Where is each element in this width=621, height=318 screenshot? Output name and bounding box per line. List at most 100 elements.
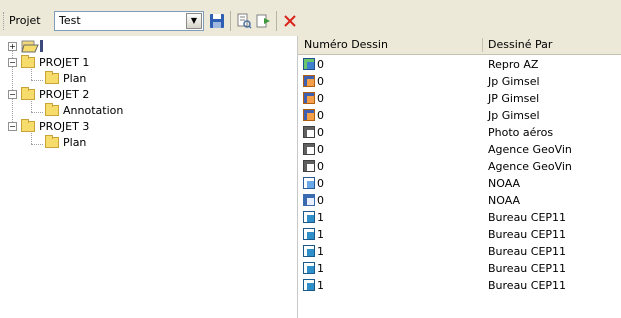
folder-icon	[21, 54, 35, 68]
cell-numero-dessin: 0	[317, 160, 324, 173]
cell-dessine-par: Jp Gimsel	[488, 109, 540, 122]
tree-item-plan[interactable]: Plan	[45, 134, 86, 150]
projet-combobox-value: Test	[59, 14, 81, 27]
tree-connector	[31, 133, 32, 144]
cell-dessine-par: Bureau CEP11	[488, 228, 567, 241]
cell-dessine-par: NOAA	[488, 194, 521, 207]
list-row[interactable]: 0 Jp Gimsel	[298, 107, 621, 124]
map-file-icon	[303, 177, 315, 189]
toolbar-separator	[230, 11, 231, 31]
cell-numero-dessin: 0	[317, 109, 324, 122]
folder-icon	[45, 102, 59, 116]
list-row[interactable]: 0 NOAA	[298, 175, 621, 192]
project-tree[interactable]: + − PROJET 1 Plan − PROJET 2 Annotation …	[0, 36, 298, 318]
photo-file-icon	[303, 126, 315, 138]
tree-item-label: Annotation	[63, 103, 124, 117]
column-header-numero[interactable]: Numéro Dessin	[304, 38, 388, 51]
list-row[interactable]: 1 Bureau CEP11	[298, 260, 621, 277]
cell-dessine-par: Bureau CEP11	[488, 245, 567, 258]
cell-numero-dessin: 1	[317, 245, 324, 258]
collapse-icon[interactable]: −	[8, 89, 17, 99]
delete-button[interactable]	[280, 11, 300, 31]
cell-numero-dessin: 1	[317, 279, 324, 292]
tree-connector	[31, 112, 43, 113]
tree-item-projet-2[interactable]: − PROJET 2	[8, 86, 89, 102]
tree-item-label: Plan	[63, 135, 87, 149]
chart-file-icon	[303, 194, 315, 206]
save-icon	[210, 14, 224, 28]
cell-numero-dessin: 0	[317, 126, 324, 139]
cell-dessine-par: Bureau CEP11	[488, 262, 567, 275]
tree-item-label: PROJET 1	[39, 55, 90, 69]
plan-file-icon	[303, 245, 315, 257]
collapse-icon[interactable]: −	[8, 57, 17, 67]
column-header-dessine-par[interactable]: Dessiné Par	[488, 38, 552, 51]
list-row[interactable]: 1 Bureau CEP11	[298, 209, 621, 226]
tree-item-projet-1[interactable]: − PROJET 1	[8, 54, 89, 70]
cell-dessine-par: Agence GeoVin	[488, 143, 572, 156]
cell-dessine-par: NOAA	[488, 177, 521, 190]
plan-file-icon	[303, 262, 315, 274]
photo-file-icon	[303, 143, 315, 155]
cell-dessine-par: Agence GeoVin	[488, 160, 572, 173]
cell-numero-dessin: 0	[317, 58, 324, 71]
cell-numero-dessin: 0	[317, 75, 324, 88]
cell-dessine-par: Photo aéros	[488, 126, 554, 139]
tree-item-projet-3[interactable]: − PROJET 3	[8, 118, 89, 134]
projet-label: Projet	[9, 14, 41, 27]
list-row[interactable]: 1 Bureau CEP11	[298, 277, 621, 294]
tree-item-plan[interactable]: Plan	[45, 70, 86, 86]
list-row[interactable]: 0 Repro AZ	[298, 56, 621, 73]
collapse-icon[interactable]: −	[8, 121, 17, 131]
list-row[interactable]: 0 NOAA	[298, 192, 621, 209]
tree-connector	[31, 101, 32, 112]
drawing-file-icon	[303, 92, 315, 104]
list-header: Numéro Dessin Dessiné Par	[298, 36, 621, 55]
cell-dessine-par: Bureau CEP11	[488, 279, 567, 292]
chevron-down-icon[interactable]: ▼	[186, 13, 202, 29]
cell-numero-dessin: 1	[317, 262, 324, 275]
list-row[interactable]: 0 JP Gimsel	[298, 90, 621, 107]
tree-item-label: Plan	[63, 71, 87, 85]
plan-file-icon	[303, 279, 315, 291]
list-row[interactable]: 0 Agence GeoVin	[298, 158, 621, 175]
cell-numero-dessin: 0	[317, 92, 324, 105]
expand-icon[interactable]: +	[8, 41, 17, 51]
plan-file-icon	[303, 228, 315, 240]
drawing-file-icon	[303, 109, 315, 121]
folder-icon	[21, 118, 35, 132]
folder-icon	[21, 86, 35, 100]
export-button[interactable]	[254, 11, 274, 31]
toolbar-separator	[276, 11, 277, 31]
drawing-file-icon	[303, 75, 315, 87]
tree-root[interactable]: +	[8, 38, 43, 54]
list-row[interactable]: 0 Photo aéros	[298, 124, 621, 141]
list-row[interactable]: 0 Jp Gimsel	[298, 73, 621, 90]
cell-dessine-par: JP Gimsel	[488, 92, 540, 105]
search-documents-button[interactable]	[234, 11, 254, 31]
cell-dessine-par: Bureau CEP11	[488, 211, 567, 224]
tree-connector	[31, 144, 43, 145]
drawing-list[interactable]: Numéro Dessin Dessiné Par 0 Repro AZ 0 Jp G…	[298, 36, 621, 318]
tree-item-label: PROJET 2	[39, 87, 90, 101]
list-row[interactable]: 1 Bureau CEP11	[298, 226, 621, 243]
text-cursor	[40, 40, 43, 52]
tree-item-annotation[interactable]: Annotation	[45, 102, 123, 118]
projet-combobox[interactable]: Test ▼	[54, 11, 204, 31]
cell-dessine-par: Jp Gimsel	[488, 75, 540, 88]
tree-connector	[31, 80, 43, 81]
save-button[interactable]	[207, 11, 227, 31]
open-folder-icon	[21, 40, 39, 53]
image-file-icon	[303, 58, 315, 70]
tree-connector	[31, 69, 32, 80]
cell-numero-dessin: 1	[317, 211, 324, 224]
list-row[interactable]: 0 Agence GeoVin	[298, 141, 621, 158]
column-divider[interactable]	[482, 38, 483, 52]
delete-x-icon	[284, 15, 296, 27]
folder-icon	[45, 70, 59, 84]
toolbar: Projet Test ▼	[0, 0, 621, 36]
toolbar-grip[interactable]	[3, 12, 6, 30]
tree-item-label: PROJET 3	[39, 119, 90, 133]
list-row[interactable]: 1 Bureau CEP11	[298, 243, 621, 260]
search-documents-icon	[237, 13, 252, 29]
